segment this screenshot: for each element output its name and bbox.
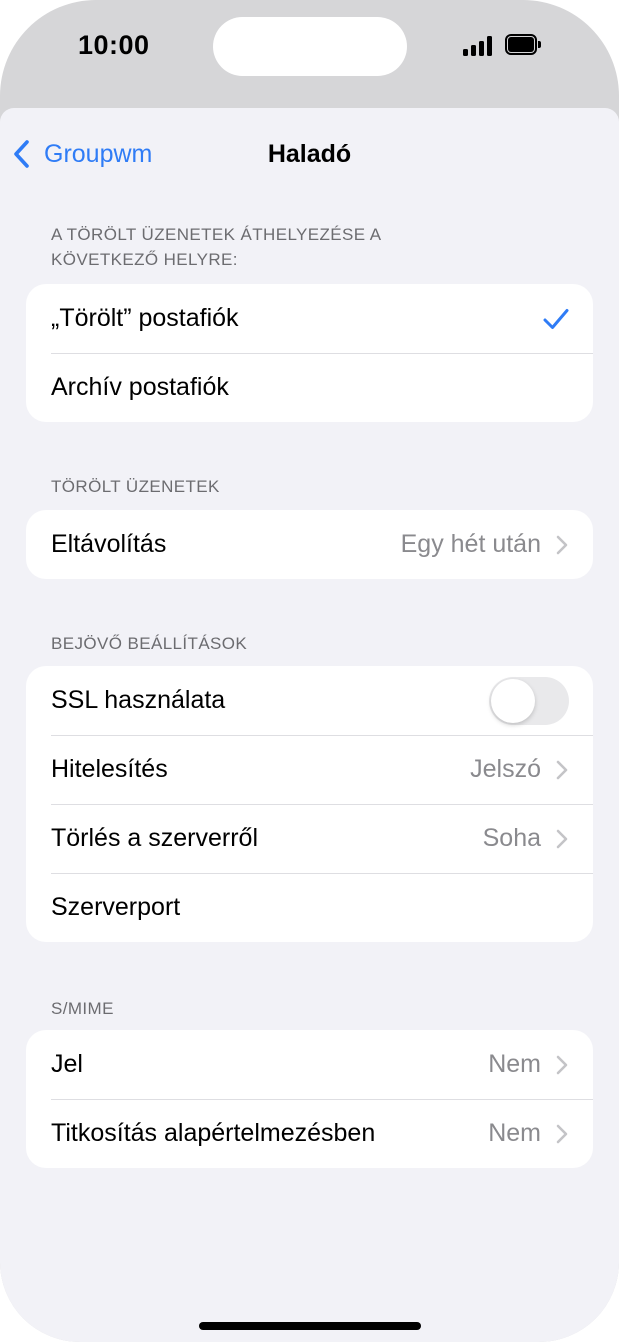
row-value: Nem [488, 1050, 541, 1078]
row-remove[interactable]: Eltávolítás Egy hét után [26, 510, 593, 579]
section-header-deleted-move: A TÖRÖLT ÜZENETEK ÁTHELYEZÉSE A KÖVETKEZ… [51, 225, 381, 269]
section-header-deleted-messages: TÖRÖLT ÜZENETEK [51, 477, 220, 496]
row-authentication[interactable]: Hitelesítés Jelszó [26, 735, 593, 804]
row-label: Titkosítás alapértelmezésben [51, 1119, 376, 1147]
chevron-right-icon [556, 535, 568, 554]
row-ssl: SSL használata [26, 666, 593, 735]
settings-sheet: Groupwm Haladó A TÖRÖLT ÜZENETEK ÁTHELYE… [0, 108, 619, 1342]
dynamic-island [213, 17, 407, 76]
row-label: Szerverport [51, 893, 181, 921]
chevron-right-icon [556, 1055, 568, 1074]
page-title: Haladó [267, 140, 352, 168]
row-value: Jelszó [470, 755, 541, 783]
row-label: Archív postafiók [51, 373, 229, 401]
row-label: „Törölt” postafiók [51, 304, 239, 332]
checkmark-icon [543, 308, 569, 329]
row-label: Eltávolítás [51, 530, 167, 558]
row-server-port[interactable]: Szerverport [26, 873, 593, 942]
row-label: SSL használata [51, 686, 226, 714]
signal-icon [463, 36, 495, 56]
ssl-toggle[interactable] [489, 676, 569, 725]
phone-frame: 10:00 Groupwm Haladó A TÖRÖLT ÜZENETEK Á… [0, 0, 619, 1342]
row-delete-from-server[interactable]: Törlés a szerverről Soha [26, 804, 593, 873]
group-smime: Jel Nem Titkosítás alapértelmezésben Nem [26, 1030, 593, 1168]
row-value: Soha [482, 824, 541, 852]
chevron-right-icon [556, 829, 568, 848]
row-label: Hitelesítés [51, 755, 168, 783]
chevron-right-icon [556, 760, 568, 779]
option-archive-mailbox[interactable]: Archív postafiók [26, 353, 593, 422]
row-sign[interactable]: Jel Nem [26, 1030, 593, 1099]
section-header-smime: S/MIME [51, 999, 114, 1018]
group-deleted-messages: Eltávolítás Egy hét után [26, 510, 593, 579]
row-label: Törlés a szerverről [51, 824, 258, 852]
row-encrypt-default[interactable]: Titkosítás alapértelmezésben Nem [26, 1099, 593, 1168]
battery-icon [505, 34, 541, 55]
row-value: Nem [488, 1119, 541, 1147]
navigation-bar: Groupwm Haladó [0, 108, 619, 198]
status-bar: 10:00 [0, 0, 619, 100]
row-label: Jel [51, 1050, 83, 1078]
home-indicator[interactable] [199, 1322, 421, 1330]
group-incoming: SSL használata Hitelesítés Jelszó Törlés… [26, 666, 593, 942]
status-time: 10:00 [78, 30, 150, 60]
option-deleted-mailbox[interactable]: „Törölt” postafiók [26, 284, 593, 353]
group-deleted-move: „Törölt” postafiók Archív postafiók [26, 284, 593, 422]
chevron-right-icon [556, 1124, 568, 1143]
section-header-incoming: BEJÖVŐ BEÁLLÍTÁSOK [51, 634, 248, 653]
row-value: Egy hét után [400, 530, 541, 558]
